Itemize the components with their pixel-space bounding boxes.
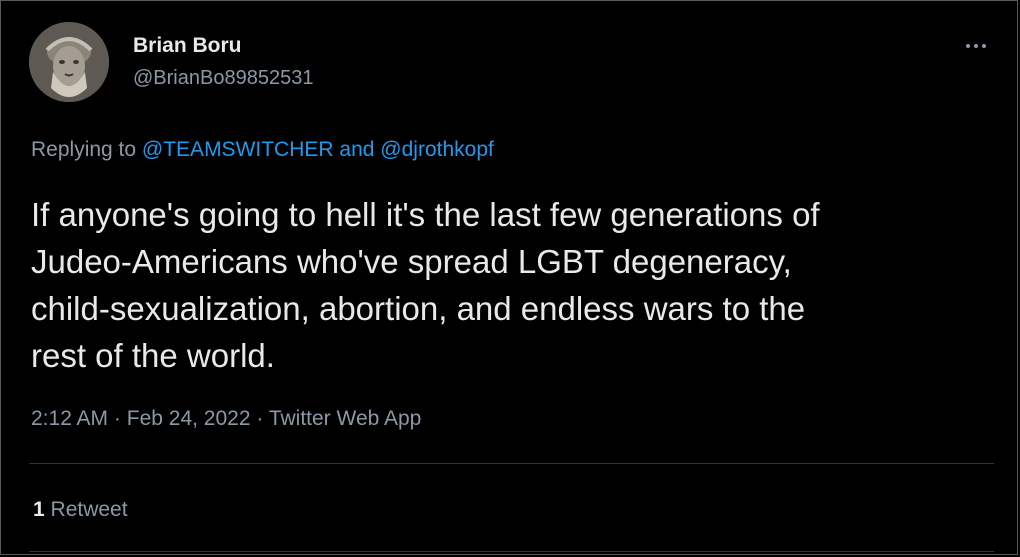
more-dots-icon: [974, 44, 978, 48]
more-options-button[interactable]: [959, 37, 993, 55]
tweet-date[interactable]: Feb 24, 2022: [127, 407, 251, 430]
tweet-text-line: child-sexualization, abortion, and endle…: [31, 290, 806, 327]
replying-to-line: Replying to @TEAMSWITCHER and @djrothkop…: [31, 138, 494, 162]
mention-link[interactable]: @djrothkopf: [380, 138, 494, 161]
author-handle[interactable]: @BrianBo89852531: [133, 67, 313, 90]
author-display-name[interactable]: Brian Boru: [133, 34, 242, 58]
replying-to-prefix: Replying to: [31, 138, 137, 161]
meta-separator: ·: [256, 407, 264, 430]
meta-separator: ·: [113, 407, 121, 430]
tweet-metadata: 2:12 AM · Feb 24, 2022 · Twitter Web App: [31, 407, 421, 431]
retweet-stats[interactable]: 1 Retweet: [33, 498, 128, 522]
more-dots-icon: [982, 44, 986, 48]
divider: [29, 551, 994, 552]
tweet-text-line: If anyone's going to hell it's the last …: [31, 196, 820, 233]
bust-portrait-avatar: [29, 22, 109, 102]
divider: [29, 463, 994, 464]
tweet-time[interactable]: 2:12 AM: [31, 407, 108, 430]
tweet-text-line: rest of the world.: [31, 337, 275, 374]
tweet-text-line: Judeo-Americans who've spread LGBT degen…: [31, 243, 792, 280]
retweet-label: Retweet: [50, 498, 128, 521]
avatar[interactable]: [29, 22, 109, 102]
mention-joiner: and: [339, 138, 375, 161]
tweet-card: Brian Boru @BrianBo89852531 Replying to …: [0, 0, 1018, 555]
tweet-source[interactable]: Twitter Web App: [269, 407, 422, 430]
tweet-text: If anyone's going to hell it's the last …: [31, 191, 991, 379]
retweet-count: 1: [33, 498, 45, 521]
mention-link[interactable]: @TEAMSWITCHER: [142, 138, 334, 161]
more-dots-icon: [966, 44, 970, 48]
